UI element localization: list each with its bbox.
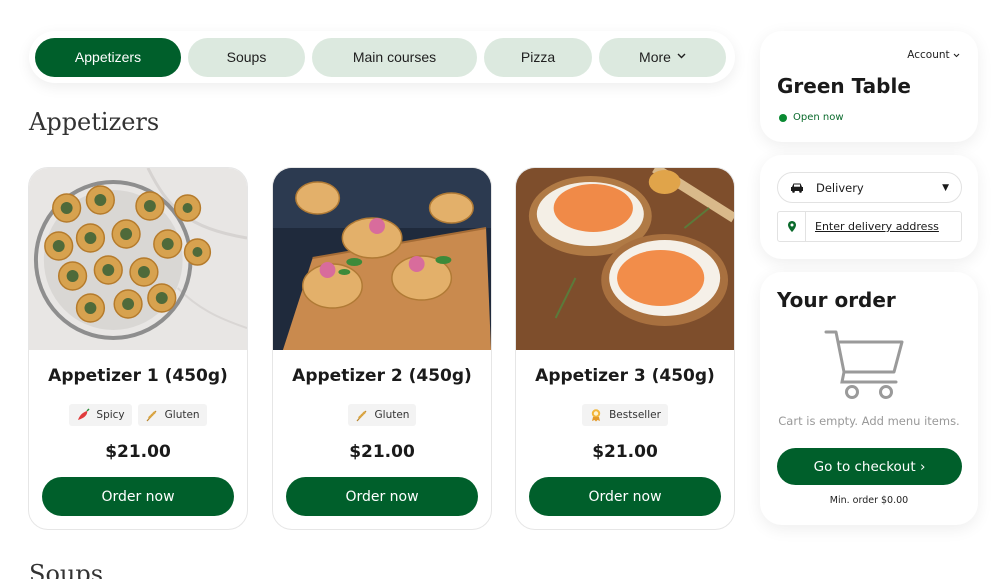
- restaurant-name: Green Table: [777, 74, 911, 98]
- caret-down-icon: ▼: [942, 182, 949, 193]
- product-price: $21.00: [105, 442, 171, 462]
- delivery-panel: Delivery ▼ Enter delivery address: [760, 155, 978, 259]
- section-title-appetizers: Appetizers: [29, 108, 160, 136]
- order-panel: Your order Cart is empty. Add menu items…: [760, 272, 978, 525]
- delivery-mode-label: Delivery: [816, 180, 864, 195]
- tag-label: Gluten: [374, 409, 410, 421]
- restaurant-panel: Account Green Table Open now: [760, 31, 978, 142]
- tag-gluten: Gluten: [137, 404, 207, 426]
- shopping-cart-icon: [824, 328, 908, 402]
- tab-pizza[interactable]: Pizza: [484, 37, 592, 77]
- min-order-note: Min. order $0.00: [829, 495, 909, 506]
- product-card: Appetizer 3 (450g) Bestseller $21.00 Ord…: [515, 167, 735, 530]
- product-price: $21.00: [592, 442, 658, 462]
- tab-label: Appetizers: [74, 49, 142, 65]
- empty-cart-message: Cart is empty. Add menu items.: [778, 414, 960, 428]
- wheat-icon: [355, 408, 369, 422]
- tag-label: Spicy: [96, 409, 125, 421]
- delivery-address-field[interactable]: Enter delivery address: [777, 211, 962, 242]
- tab-appetizers[interactable]: Appetizers: [35, 37, 181, 77]
- product-tags: Bestseller: [516, 404, 734, 426]
- order-now-button[interactable]: Order now: [529, 477, 721, 516]
- open-status: Open now: [779, 112, 844, 123]
- order-title: Your order: [777, 288, 896, 312]
- chevron-down-icon: [677, 51, 686, 62]
- tab-label: Main courses: [352, 49, 437, 65]
- account-menu[interactable]: Account: [907, 49, 960, 61]
- product-card: Appetizer 1 (450g) Spicy Gluten $21.00 O…: [28, 167, 248, 530]
- tag-spicy: Spicy: [69, 404, 132, 426]
- product-price: $21.00: [349, 442, 415, 462]
- chili-icon: [76, 408, 90, 422]
- tab-soups[interactable]: Soups: [188, 37, 305, 77]
- product-photo[interactable]: [29, 168, 247, 350]
- status-label: Open now: [793, 112, 844, 123]
- account-label: Account: [907, 49, 950, 61]
- product-tags: Gluten: [273, 404, 491, 426]
- tag-bestseller: Bestseller: [582, 404, 668, 426]
- wheat-icon: [145, 408, 159, 422]
- product-photo[interactable]: [273, 168, 491, 350]
- product-card: Appetizer 2 (450g) Gluten $21.00 Order n…: [272, 167, 492, 530]
- product-name: Appetizer 1 (450g): [48, 366, 228, 386]
- product-name: Appetizer 3 (450g): [535, 366, 715, 386]
- tag-label: Gluten: [164, 409, 200, 421]
- status-dot-icon: [779, 113, 787, 122]
- product-tags: Spicy Gluten: [29, 404, 247, 426]
- map-pin-icon: [778, 212, 806, 241]
- chevron-down-icon: [953, 49, 960, 61]
- tab-more[interactable]: More: [599, 37, 726, 77]
- category-nav: Appetizers Soups Main courses Pizza More: [29, 31, 735, 83]
- product-name: Appetizer 2 (450g): [292, 366, 472, 386]
- order-now-button[interactable]: Order now: [42, 477, 234, 516]
- product-photo[interactable]: [516, 168, 734, 350]
- tag-label: Bestseller: [609, 409, 661, 421]
- tab-label: More: [639, 49, 671, 65]
- medal-icon: [589, 408, 603, 422]
- address-placeholder: Enter delivery address: [815, 220, 939, 233]
- order-now-button[interactable]: Order now: [286, 477, 478, 516]
- car-icon: [790, 182, 804, 193]
- section-title-soups: Soups: [29, 560, 104, 579]
- delivery-mode-select[interactable]: Delivery ▼: [777, 172, 962, 203]
- checkout-button[interactable]: Go to checkout ›: [777, 448, 962, 485]
- tab-main-courses[interactable]: Main courses: [312, 37, 477, 77]
- tab-label: Pizza: [520, 49, 556, 65]
- tab-label: Soups: [226, 49, 267, 65]
- tag-gluten: Gluten: [347, 404, 417, 426]
